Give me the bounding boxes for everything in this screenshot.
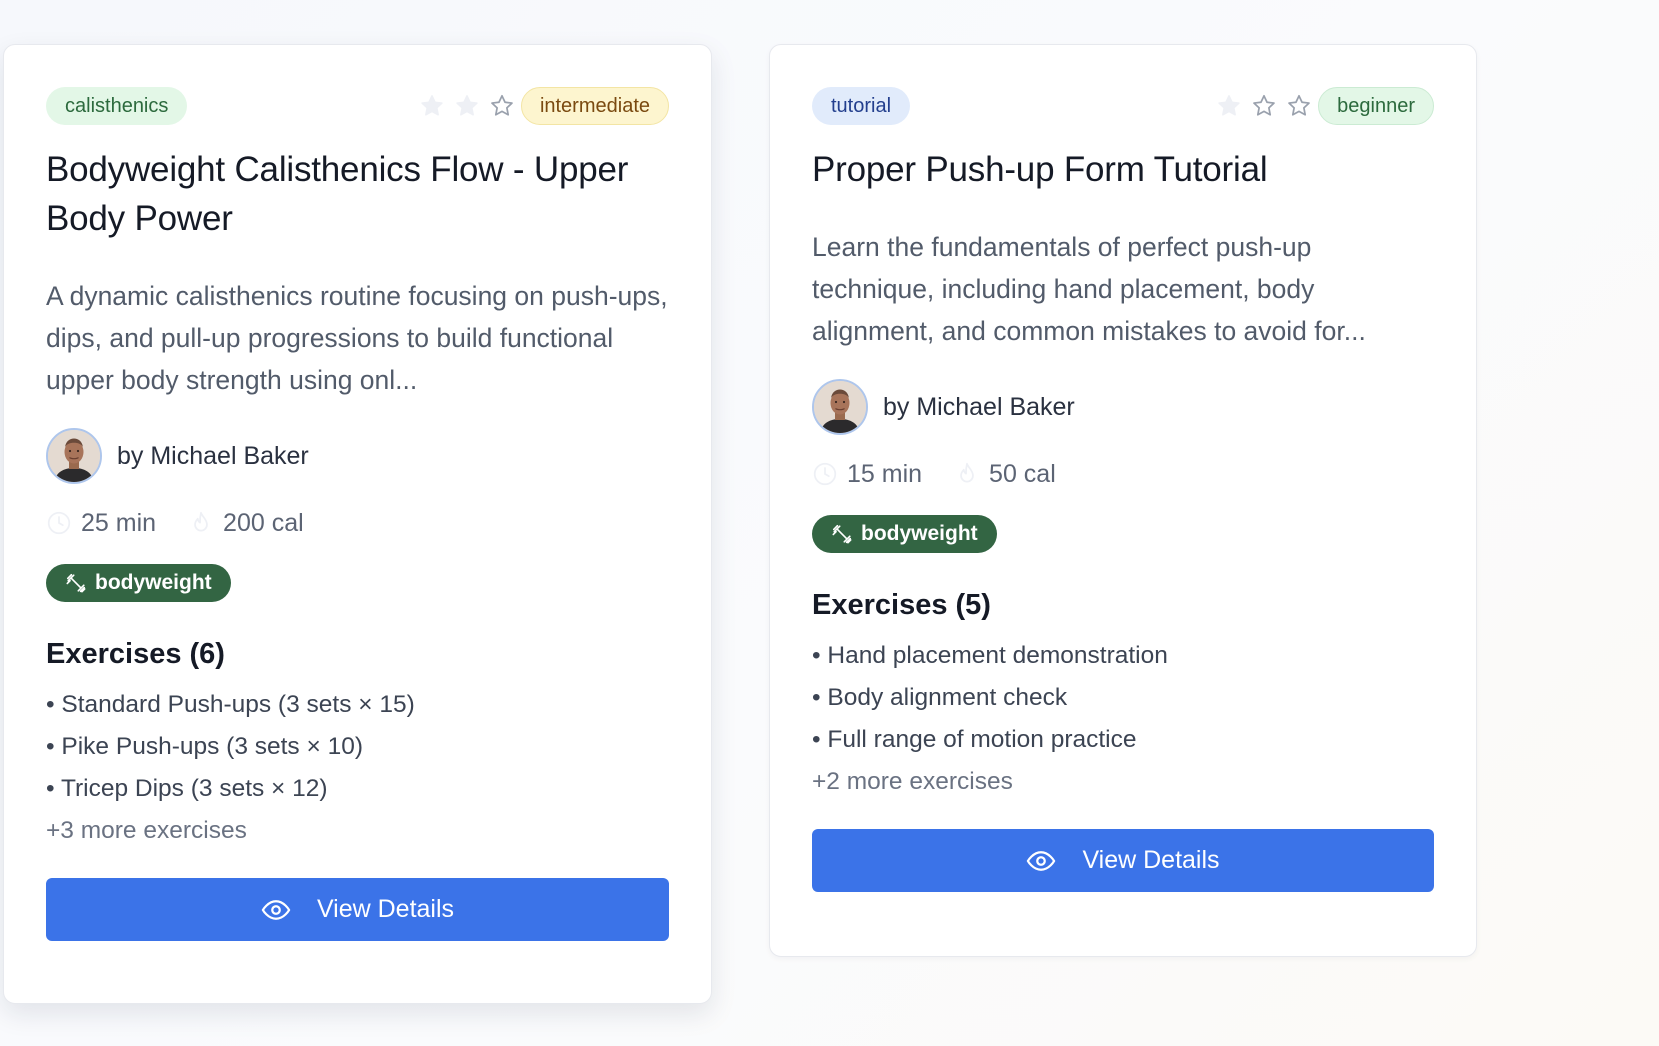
level-badge: intermediate	[520, 87, 669, 125]
card-description: Learn the fundamentals of perfect push-u…	[812, 232, 1366, 346]
calories-stat: 50 cal	[954, 460, 1056, 489]
view-details-label: View Details	[1082, 846, 1220, 874]
flame-icon	[960, 462, 974, 483]
clock-icon	[813, 462, 837, 486]
avatar	[812, 379, 868, 435]
eye-icon	[261, 899, 291, 920]
rating-stars[interactable]	[419, 93, 515, 119]
exercise-item: • Pike Push-ups (3 sets × 10)	[46, 733, 364, 760]
equipment-label: bodyweight	[95, 571, 212, 594]
dumbbell-icon	[66, 573, 86, 593]
stats-row: 15 min 50 cal	[812, 457, 1434, 491]
exercise-item: • Body alignment check	[812, 684, 1068, 711]
eye-icon	[1027, 850, 1056, 871]
star-icon[interactable]	[1216, 93, 1242, 119]
view-details-label: View Details	[316, 895, 455, 923]
author-name: by Michael Baker	[883, 392, 1075, 421]
card-header: tutorial beginner	[812, 87, 1434, 125]
avatar	[46, 428, 102, 484]
exercise-item: • Tricep Dips (3 sets × 12)	[46, 775, 328, 802]
calories-stat: 200 cal	[188, 509, 304, 538]
star-icon[interactable]	[1251, 93, 1277, 119]
rating-stars[interactable]	[1216, 93, 1312, 119]
more-exercises: +3 more exercises	[46, 817, 247, 844]
author-row: by Michael Baker	[812, 379, 1434, 435]
level-badge: beginner	[1318, 87, 1434, 125]
more-exercises: +2 more exercises	[812, 768, 1013, 795]
clock-icon	[47, 511, 71, 535]
exercise-item: • Full range of motion practice	[812, 726, 1137, 753]
category-badge[interactable]: calisthenics	[46, 87, 188, 125]
equipment-badge: bodyweight	[46, 564, 231, 602]
card-title: Bodyweight Calisthenics Flow - Upper Bod…	[46, 150, 629, 238]
equipment-badge: bodyweight	[812, 515, 997, 553]
exercises-heading: Exercises (5)	[812, 589, 991, 621]
star-icon[interactable]	[419, 93, 445, 119]
card-header: calisthenics intermediate	[46, 87, 669, 125]
author-row: by Michael Baker	[46, 428, 669, 484]
star-icon[interactable]	[454, 93, 480, 119]
exercise-list: • Standard Push-ups (3 sets × 15) • Pike…	[46, 684, 669, 810]
workout-card: tutorial beginner Proper Push-up Form Tu…	[769, 44, 1477, 957]
category-badge[interactable]: tutorial	[812, 87, 911, 125]
exercise-item: • Hand placement demonstration	[812, 642, 1168, 669]
exercise-item: • Standard Push-ups (3 sets × 15)	[46, 691, 415, 718]
star-icon[interactable]	[1286, 93, 1312, 119]
dumbbell-icon	[832, 524, 852, 544]
star-icon[interactable]	[489, 93, 515, 119]
duration-value: 15 min	[847, 459, 923, 488]
equipment-label: bodyweight	[861, 522, 978, 545]
card-description: A dynamic calisthenics routine focusing …	[46, 281, 668, 395]
workout-card: calisthenics intermediate Bodyweight Cal…	[3, 44, 712, 1004]
duration-stat: 15 min	[812, 460, 922, 489]
card-title: Proper Push-up Form Tutorial	[812, 150, 1268, 189]
calories-value: 200 cal	[223, 508, 304, 537]
stats-row: 25 min 200 cal	[46, 506, 669, 540]
exercises-heading: Exercises (6)	[46, 638, 225, 670]
view-details-button[interactable]: View Details	[812, 829, 1434, 892]
view-details-button[interactable]: View Details	[46, 878, 669, 941]
flame-icon	[194, 511, 208, 532]
duration-value: 25 min	[81, 508, 157, 537]
calories-value: 50 cal	[989, 459, 1056, 488]
exercise-list: • Hand placement demonstration • Body al…	[812, 635, 1434, 761]
duration-stat: 25 min	[46, 509, 156, 538]
author-name: by Michael Baker	[117, 441, 309, 470]
